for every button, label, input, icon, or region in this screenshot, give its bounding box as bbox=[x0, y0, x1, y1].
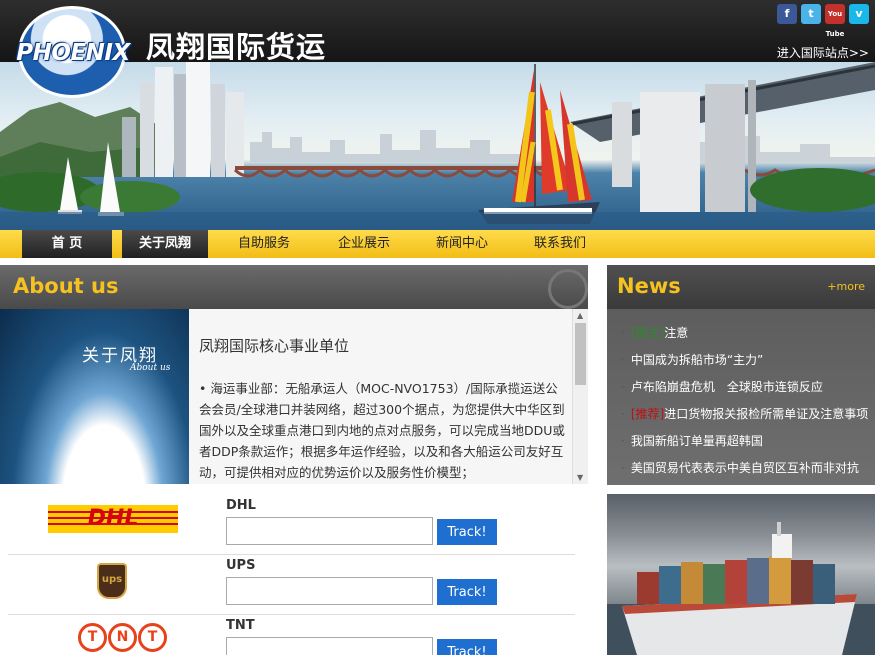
about-image-subtitle: About us bbox=[130, 363, 171, 373]
news-list: · [图文]注意 · 中国成为拆船市场“主力” · 卢布陷崩盘危机 全球股市连锁反应 … bbox=[607, 309, 875, 485]
ups-logo-text: ups bbox=[97, 563, 127, 599]
tnt-tracking-input[interactable] bbox=[226, 637, 433, 655]
tnt-logo-letter: T bbox=[78, 623, 107, 652]
news-header: News +more bbox=[607, 265, 875, 309]
about-content-panel[interactable]: 凤翔国际核心事业单位 • 海运事业部：无船承运人（MOC-NVO1753）/国际… bbox=[189, 309, 588, 484]
container-ship-image bbox=[607, 494, 875, 655]
news-title: News bbox=[617, 274, 681, 298]
about-title: About us bbox=[13, 274, 119, 298]
nav-home[interactable]: 首 页 bbox=[22, 230, 112, 258]
tnt-track-button[interactable]: Track! bbox=[437, 639, 497, 655]
news-tag: [推荐] bbox=[630, 407, 665, 421]
tnt-logo-letter: N bbox=[108, 623, 137, 652]
carrier-name: TNT bbox=[226, 618, 255, 633]
tracking-row-tnt: T N T TNT Track! bbox=[8, 615, 575, 655]
tracking-row-ups: ups UPS Track! bbox=[8, 555, 575, 615]
about-header: About us bbox=[0, 265, 588, 309]
logo-text: PHOENIX bbox=[16, 40, 130, 66]
nav-news[interactable]: 新闻中心 bbox=[416, 230, 508, 258]
scroll-thumb[interactable] bbox=[575, 323, 586, 385]
bullet-icon: · bbox=[621, 380, 625, 394]
twitter-icon[interactable]: t bbox=[801, 4, 821, 24]
news-item[interactable]: · 中国成为拆船市场“主力” bbox=[621, 351, 763, 368]
bullet-icon: · bbox=[621, 326, 625, 340]
tracking-row-dhl: DHL DHL Track! bbox=[8, 495, 575, 555]
facebook-icon[interactable]: f bbox=[777, 4, 797, 24]
news-item[interactable]: · [推荐]进口货物报关报检所需单证及注意事项 bbox=[621, 405, 868, 422]
news-panel: News +more · [图文]注意 · 中国成为拆船市场“主力” · 卢布陷崩盘危… bbox=[607, 265, 875, 485]
vimeo-icon[interactable]: v bbox=[849, 4, 869, 24]
news-tag: [图文] bbox=[630, 326, 665, 340]
nav-contact[interactable]: 联系我们 bbox=[514, 230, 606, 258]
youtube-icon[interactable]: You Tube bbox=[825, 4, 845, 38]
news-item-text: 中国成为拆船市场“主力” bbox=[630, 353, 764, 367]
dhl-track-button[interactable]: Track! bbox=[437, 519, 497, 545]
news-item-text: 进口货物报关报检所需单证及注意事项 bbox=[664, 407, 869, 421]
ups-tracking-input[interactable] bbox=[226, 577, 433, 605]
social-links: f t You Tube v bbox=[777, 4, 869, 38]
ups-track-button[interactable]: Track! bbox=[437, 579, 497, 605]
dhl-logo-text: DHL bbox=[87, 506, 139, 531]
international-site-link[interactable]: 进入国际站点>> bbox=[777, 44, 869, 61]
news-item-text: 卢布陷崩盘危机 全球股市连锁反应 bbox=[630, 380, 823, 394]
ups-logo-icon: ups bbox=[8, 555, 216, 615]
bullet-icon: · bbox=[621, 434, 625, 448]
dhl-tracking-input[interactable] bbox=[226, 517, 433, 545]
about-paragraph: • 海运事业部：无船承运人（MOC-NVO1753）/国际承揽运送公会会员/全球… bbox=[199, 381, 565, 480]
site-title: 凤翔国际货运 bbox=[146, 30, 327, 64]
about-image: 关于凤翔 About us bbox=[0, 309, 189, 484]
dhl-logo-icon: DHL bbox=[8, 495, 216, 555]
bullet-icon: · bbox=[621, 407, 625, 421]
news-item[interactable]: · 美国贸易代表表示中美自贸区互补而非对抗 bbox=[621, 459, 859, 476]
news-item-text: 注意 bbox=[664, 326, 689, 340]
about-scrollbar[interactable]: ▲ ▼ bbox=[572, 309, 588, 484]
news-item[interactable]: · 我国新船订单量再超韩国 bbox=[621, 432, 763, 449]
nav-self-service[interactable]: 自助服务 bbox=[218, 230, 310, 258]
news-more-link[interactable]: +more bbox=[827, 280, 865, 293]
carrier-name: UPS bbox=[226, 558, 256, 573]
about-heading: 凤翔国际核心事业单位 bbox=[199, 337, 350, 355]
container-ship-illustration bbox=[607, 522, 875, 655]
phoenix-logo[interactable]: PHOENIX bbox=[8, 4, 138, 98]
carrier-name: DHL bbox=[226, 498, 256, 513]
scroll-up-icon[interactable]: ▲ bbox=[577, 311, 583, 320]
tnt-logo-letter: T bbox=[138, 623, 167, 652]
scroll-down-icon[interactable]: ▼ bbox=[577, 473, 583, 482]
bullet-icon: · bbox=[621, 461, 625, 475]
page: 凤翔国际货运 f t You Tube v 进入国际站点>> PHOENIX 首… bbox=[0, 0, 875, 655]
bullet-icon: · bbox=[621, 353, 625, 367]
arrow-watermark-icon bbox=[548, 269, 588, 309]
news-item[interactable]: · [图文]注意 bbox=[621, 324, 688, 341]
news-item[interactable]: · 卢布陷崩盘危机 全球股市连锁反应 bbox=[621, 378, 823, 395]
tnt-logo-icon: T N T bbox=[8, 615, 216, 655]
news-item-text: 我国新船订单量再超韩国 bbox=[630, 434, 763, 448]
nav-about[interactable]: 关于凤翔 bbox=[122, 230, 208, 258]
nav-showcase[interactable]: 企业展示 bbox=[318, 230, 410, 258]
main-nav: 首 页 关于凤翔 自助服务 企业展示 新闻中心 联系我们 bbox=[0, 230, 875, 258]
news-item-text: 美国贸易代表表示中美自贸区互补而非对抗 bbox=[630, 461, 859, 475]
